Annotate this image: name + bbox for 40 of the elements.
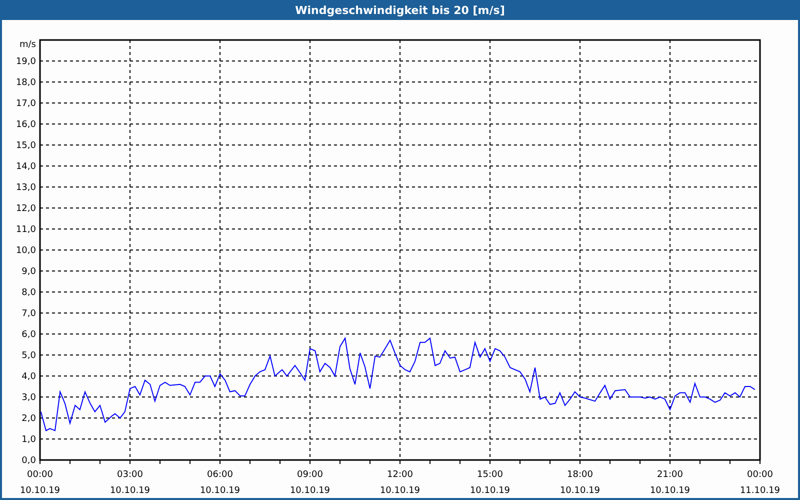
x-tick-label: 09:00: [297, 470, 323, 480]
y-tick-label: 19,0: [16, 57, 36, 67]
x-tick-label: 03:00: [117, 470, 143, 480]
y-tick-label: 7,0: [22, 309, 36, 319]
date-label: 10.10.19: [380, 486, 420, 496]
x-tick-label: 15:00: [477, 470, 503, 480]
y-tick-label: 8,0: [22, 288, 36, 298]
y-tick-label: 3,0: [22, 393, 36, 403]
window-title: Windgeschwindigkeit bis 20 [m/s]: [295, 4, 505, 16]
x-tick-label: 21:00: [657, 470, 683, 480]
y-tick-label: 16,0: [16, 120, 36, 130]
y-tick-label: 15,0: [16, 141, 36, 151]
date-label: 10.10.19: [200, 486, 240, 496]
date-label: 10.10.19: [290, 486, 330, 496]
x-tick-label: 00:00: [747, 470, 773, 480]
y-tick-label: 5,0: [22, 351, 36, 361]
y-tick-label: 10,0: [16, 246, 36, 256]
y-tick-label: 9,0: [22, 267, 36, 277]
x-tick-label: 12:00: [387, 470, 413, 480]
date-label: 11.10.19: [740, 486, 780, 496]
x-tick-label: 00:00: [27, 470, 53, 480]
date-label: 10.10.19: [20, 486, 60, 496]
date-label: 10.10.19: [560, 486, 600, 496]
y-tick-label: 1,0: [22, 435, 36, 445]
y-tick-label: 0,0: [22, 456, 36, 466]
x-tick-label: 06:00: [207, 470, 233, 480]
y-tick-label: 11,0: [16, 225, 36, 235]
date-label: 10.10.19: [110, 486, 150, 496]
y-tick-label: 13,0: [16, 183, 36, 193]
date-label: 10.10.19: [470, 486, 510, 496]
y-tick-label: 2,0: [22, 414, 36, 424]
y-tick-label: 12,0: [16, 204, 36, 214]
y-tick-label: 4,0: [22, 372, 36, 382]
y-tick-label: 17,0: [16, 99, 36, 109]
date-label: 10.10.19: [650, 486, 690, 496]
y-tick-label: 14,0: [16, 162, 36, 172]
y-axis-unit: m/s: [20, 40, 36, 50]
y-tick-label: 18,0: [16, 78, 36, 88]
y-tick-label: 6,0: [22, 330, 36, 340]
x-tick-label: 18:00: [567, 470, 593, 480]
